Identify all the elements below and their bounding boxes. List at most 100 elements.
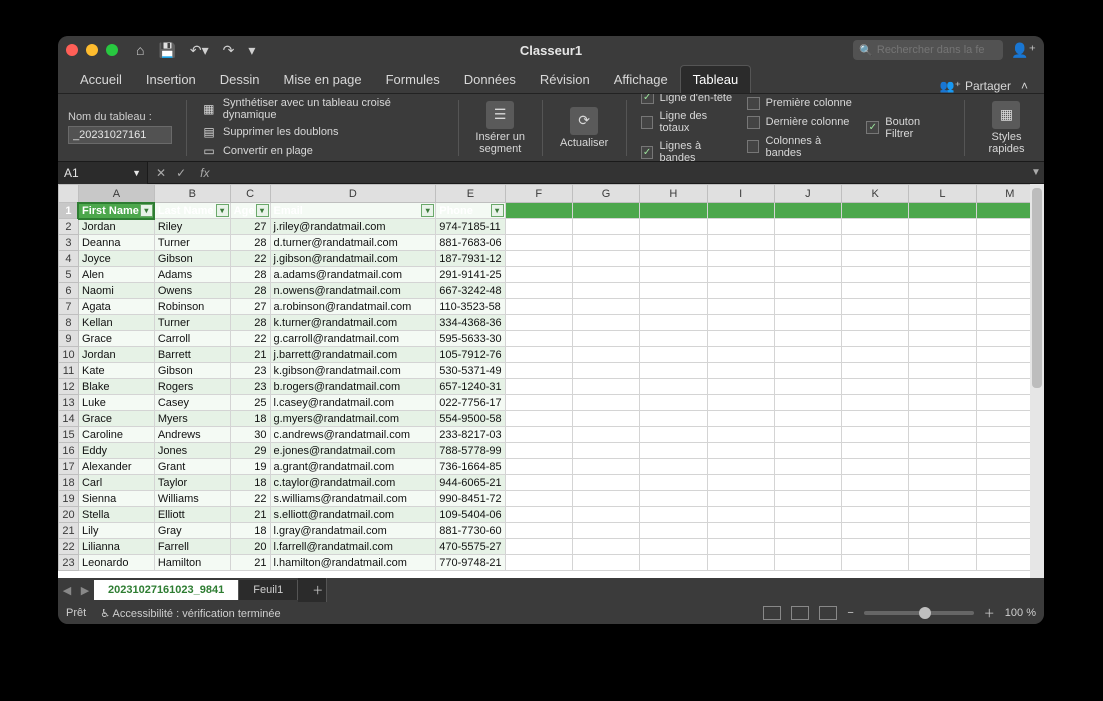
fx-icon[interactable]: fx — [196, 166, 213, 180]
add-sheet-button[interactable]: ＋ — [298, 578, 327, 602]
cell[interactable]: c.taylor@randatmail.com — [270, 475, 436, 491]
row-header[interactable]: 16 — [59, 443, 79, 459]
cell[interactable] — [842, 219, 909, 235]
cell[interactable]: 27 — [230, 219, 270, 235]
cell[interactable]: 187-7931-12 — [436, 251, 505, 267]
sheet-tab-active[interactable]: 20231027161023_9841 — [94, 580, 239, 600]
name-box-dropdown-icon[interactable]: ▼ — [132, 168, 141, 178]
scrollbar-thumb[interactable] — [1032, 188, 1042, 388]
cell[interactable] — [572, 539, 639, 555]
cell[interactable] — [774, 491, 841, 507]
cell[interactable] — [572, 203, 639, 219]
cell[interactable]: Hamilton — [154, 555, 230, 571]
cell[interactable]: Alexander — [78, 459, 154, 475]
row-header[interactable]: 1 — [59, 203, 79, 219]
cell[interactable]: 20 — [230, 539, 270, 555]
zoom-window-button[interactable] — [106, 44, 118, 56]
cell[interactable] — [842, 331, 909, 347]
cell[interactable] — [505, 379, 572, 395]
filter-dropdown-icon[interactable]: ▾ — [216, 204, 229, 217]
cell[interactable]: j.riley@randatmail.com — [270, 219, 436, 235]
cell[interactable] — [909, 219, 976, 235]
cancel-formula-icon[interactable]: ✕ — [156, 166, 166, 180]
cell[interactable] — [640, 283, 707, 299]
cell[interactable]: g.carroll@randatmail.com — [270, 331, 436, 347]
cell[interactable] — [842, 379, 909, 395]
cell[interactable] — [842, 235, 909, 251]
cell[interactable] — [640, 507, 707, 523]
row-header[interactable]: 3 — [59, 235, 79, 251]
cell[interactable]: 022-7756-17 — [436, 395, 505, 411]
accept-formula-icon[interactable]: ✓ — [176, 166, 186, 180]
cell[interactable] — [640, 235, 707, 251]
cell[interactable] — [909, 235, 976, 251]
cell[interactable]: 29 — [230, 443, 270, 459]
row-header[interactable]: 17 — [59, 459, 79, 475]
cell[interactable] — [640, 411, 707, 427]
cell[interactable] — [640, 251, 707, 267]
filter-dropdown-icon[interactable]: ▾ — [140, 204, 153, 217]
cell[interactable]: 554-9500-58 — [436, 411, 505, 427]
cell[interactable]: Naomi — [78, 283, 154, 299]
cell[interactable] — [572, 283, 639, 299]
cell[interactable] — [640, 315, 707, 331]
cell[interactable] — [505, 507, 572, 523]
row-header[interactable]: 22 — [59, 539, 79, 555]
cell[interactable]: Alen — [78, 267, 154, 283]
cell[interactable] — [842, 523, 909, 539]
cell[interactable] — [505, 251, 572, 267]
cell[interactable] — [640, 443, 707, 459]
tab-mise-en-page[interactable]: Mise en page — [272, 66, 374, 93]
cell[interactable] — [774, 395, 841, 411]
cell[interactable] — [572, 363, 639, 379]
cell[interactable]: 736-1664-85 — [436, 459, 505, 475]
row-header[interactable]: 20 — [59, 507, 79, 523]
cell[interactable]: 18 — [230, 475, 270, 491]
cell[interactable]: Lilianna — [78, 539, 154, 555]
cell[interactable]: 28 — [230, 235, 270, 251]
cell[interactable]: Gray — [154, 523, 230, 539]
cell[interactable] — [707, 299, 774, 315]
cell[interactable]: s.williams@randatmail.com — [270, 491, 436, 507]
cell[interactable]: 21 — [230, 555, 270, 571]
cell[interactable] — [572, 475, 639, 491]
cell[interactable]: 291-9141-25 — [436, 267, 505, 283]
cell[interactable] — [640, 523, 707, 539]
grid[interactable]: ABCDEFGHIJKLM 1First Name▾Last Name▾Age▾… — [58, 184, 1044, 571]
tab-dessin[interactable]: Dessin — [208, 66, 272, 93]
cell[interactable] — [572, 379, 639, 395]
row-header[interactable]: 10 — [59, 347, 79, 363]
cell[interactable]: 595-5633-30 — [436, 331, 505, 347]
cell[interactable]: Luke — [78, 395, 154, 411]
filter-dropdown-icon[interactable]: ▾ — [421, 204, 434, 217]
row-header[interactable]: 23 — [59, 555, 79, 571]
row-header[interactable]: 13 — [59, 395, 79, 411]
cell[interactable]: Leonardo — [78, 555, 154, 571]
cell[interactable]: 881-7683-06 — [436, 235, 505, 251]
cell[interactable]: 334-4368-36 — [436, 315, 505, 331]
cell[interactable] — [774, 427, 841, 443]
cell[interactable]: 22 — [230, 491, 270, 507]
cell[interactable]: Turner — [154, 235, 230, 251]
cell[interactable] — [909, 523, 976, 539]
cell[interactable] — [505, 427, 572, 443]
cell[interactable] — [505, 219, 572, 235]
col-header-C[interactable]: C — [230, 185, 270, 203]
col-header-L[interactable]: L — [909, 185, 976, 203]
cell[interactable]: 23 — [230, 379, 270, 395]
cell[interactable]: Grant — [154, 459, 230, 475]
cell[interactable] — [909, 347, 976, 363]
filter-dropdown-icon[interactable]: ▾ — [256, 204, 269, 217]
cell[interactable] — [572, 491, 639, 507]
cell[interactable] — [640, 219, 707, 235]
cell[interactable] — [774, 347, 841, 363]
cell[interactable] — [640, 363, 707, 379]
sheet-nav-prev-icon[interactable]: ◀ — [58, 584, 76, 597]
cell[interactable] — [505, 283, 572, 299]
row-header[interactable]: 21 — [59, 523, 79, 539]
cell[interactable]: 770-9748-21 — [436, 555, 505, 571]
cell[interactable] — [774, 443, 841, 459]
cell[interactable] — [572, 347, 639, 363]
cell[interactable]: Deanna — [78, 235, 154, 251]
cell[interactable] — [707, 539, 774, 555]
